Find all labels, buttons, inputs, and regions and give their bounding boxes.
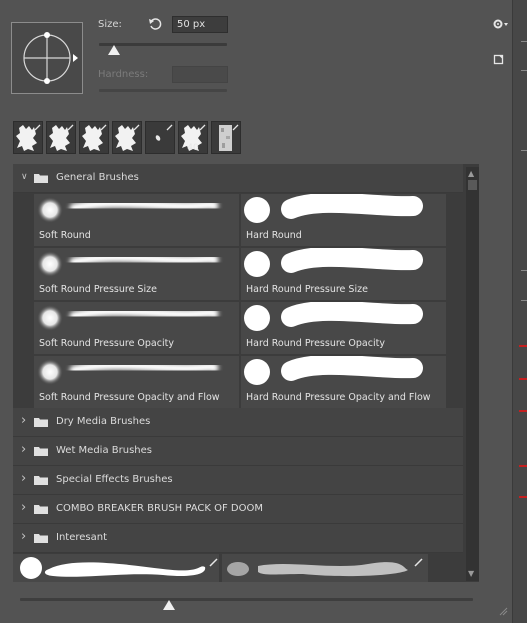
splatter-brush-icon	[49, 124, 74, 151]
brush-preset-name: Hard Round Pressure Opacity	[246, 338, 385, 349]
chevron-right-icon[interactable]: ›	[21, 442, 26, 457]
brush-preset-tile[interactable]: Hard Round	[241, 192, 446, 246]
texture-brush-icon	[219, 124, 239, 151]
brush-group-name: General Brushes	[56, 172, 139, 183]
chevron-right-icon[interactable]: ›	[21, 471, 26, 486]
brush-group-0[interactable]: ∨ General Brushes	[13, 164, 463, 193]
soft-round-brush-stroke-icon	[37, 197, 219, 223]
stroke-preview-row	[13, 554, 479, 582]
folder-icon	[34, 446, 48, 456]
recent-brush-5[interactable]	[145, 121, 175, 154]
brush-group-5[interactable]: › Interesant	[13, 524, 463, 553]
brush-group-name: Wet Media Brushes	[56, 445, 152, 456]
brush-group-name: Interesant	[56, 532, 108, 543]
brush-preset-tile[interactable]: Soft Round Pressure Opacity and Flow	[34, 356, 239, 408]
reset-icon[interactable]	[148, 17, 162, 33]
hard-round-brush-stroke-icon	[244, 300, 423, 331]
soft-round-brush-stroke-icon	[37, 251, 219, 277]
size-input[interactable]: 50 px	[172, 16, 228, 33]
recent-brush-1[interactable]	[13, 121, 43, 154]
new-preset-icon[interactable]	[493, 53, 505, 67]
scrollbar-thumb[interactable]	[468, 180, 477, 190]
hard-round-brush-stroke-icon	[244, 192, 423, 223]
size-label: Size:	[98, 19, 122, 30]
brush-angle-roundness-widget[interactable]	[12, 23, 82, 93]
brush-preset-tile[interactable]: Hard Round Pressure Opacity and Flow	[241, 354, 446, 408]
brush-preset-name: Soft Round Pressure Size	[39, 284, 157, 295]
brush-preset-name: Soft Round Pressure Opacity and Flow	[39, 392, 220, 403]
recent-brush-4[interactable]	[112, 121, 142, 154]
preview-size-slider-track[interactable]	[20, 598, 473, 601]
brush-list-scrollbar[interactable]: ▲ ▼	[466, 167, 479, 581]
gear-dropdown-icon[interactable]	[493, 18, 509, 32]
recent-brush-2[interactable]	[46, 121, 76, 154]
brush-group-name: Special Effects Brushes	[56, 474, 173, 485]
size-slider-handle[interactable]	[108, 45, 121, 55]
small-dot-brush-icon	[155, 124, 173, 141]
brush-panel: Size: 50 px Hardness: 40 ∨ General Brushe…	[0, 0, 513, 623]
brush-group-3[interactable]: › Special Effects Brushes	[13, 466, 463, 495]
folder-icon	[34, 417, 48, 427]
chevron-right-icon[interactable]: ›	[21, 413, 26, 428]
adjacent-panel-edge	[513, 0, 527, 623]
brush-angle-preview[interactable]	[11, 22, 83, 94]
soft-round-brush-stroke-icon	[37, 305, 219, 331]
folder-icon	[34, 533, 48, 543]
preview-size-slider-handle[interactable]	[163, 600, 176, 610]
chevron-right-icon[interactable]: ›	[21, 529, 26, 544]
brush-preset-name: Soft Round Pressure Opacity	[39, 338, 174, 349]
scroll-down-arrow-icon[interactable]: ▼	[468, 569, 474, 578]
brush-group-name: COMBO BREAKER BRUSH PACK OF DOOM	[56, 503, 264, 514]
folder-icon	[34, 173, 48, 183]
brush-preset-tile[interactable]: Soft Round Pressure Opacity	[34, 302, 239, 354]
brush-preset-name: Hard Round Pressure Size	[246, 284, 368, 295]
splatter-brush-icon	[115, 124, 140, 151]
folder-icon	[34, 504, 48, 514]
brush-preset-name: Soft Round	[39, 230, 91, 241]
hardness-input	[172, 66, 228, 83]
hardness-slider-track	[99, 89, 227, 92]
brush-group-4[interactable]: › COMBO BREAKER BRUSH PACK OF DOOM	[13, 495, 463, 524]
recent-brush-7[interactable]	[211, 121, 241, 154]
brush-preset-tile[interactable]: Soft Round	[34, 194, 239, 246]
stroke-preview-strip[interactable]	[13, 554, 479, 582]
recent-brush-3[interactable]	[79, 121, 109, 154]
brush-preset-name: Hard Round Pressure Opacity and Flow	[246, 392, 431, 403]
brush-preset-tile[interactable]: Hard Round Pressure Opacity	[241, 300, 446, 354]
brush-group-1[interactable]: › Dry Media Brushes	[13, 408, 463, 437]
splatter-brush-icon	[16, 124, 41, 151]
resize-grip-icon[interactable]	[498, 606, 508, 619]
soft-round-brush-stroke-icon	[37, 359, 219, 385]
recent-brush-size-label: 40	[187, 143, 199, 153]
chevron-right-icon[interactable]: ›	[21, 500, 26, 515]
brush-preset-list: ∨ General Brushes Soft Round Hard Round Soft…	[13, 164, 479, 582]
brush-preset-name: Hard Round	[246, 230, 302, 241]
hard-round-brush-stroke-icon	[244, 354, 423, 385]
brush-preset-tile[interactable]: Hard Round Pressure Size	[241, 246, 446, 300]
hard-round-brush-stroke-icon	[244, 246, 423, 277]
hardness-label: Hardness:	[98, 69, 149, 80]
recent-brush-6[interactable]: 40	[178, 121, 208, 154]
brush-preset-tile[interactable]: Soft Round Pressure Size	[34, 248, 239, 300]
brush-group-2[interactable]: › Wet Media Brushes	[13, 437, 463, 466]
scroll-up-arrow-icon[interactable]: ▲	[468, 169, 474, 178]
brush-group-name: Dry Media Brushes	[56, 416, 151, 427]
splatter-brush-icon	[82, 124, 107, 151]
chevron-down-icon[interactable]: ∨	[21, 172, 28, 182]
folder-icon	[34, 475, 48, 485]
